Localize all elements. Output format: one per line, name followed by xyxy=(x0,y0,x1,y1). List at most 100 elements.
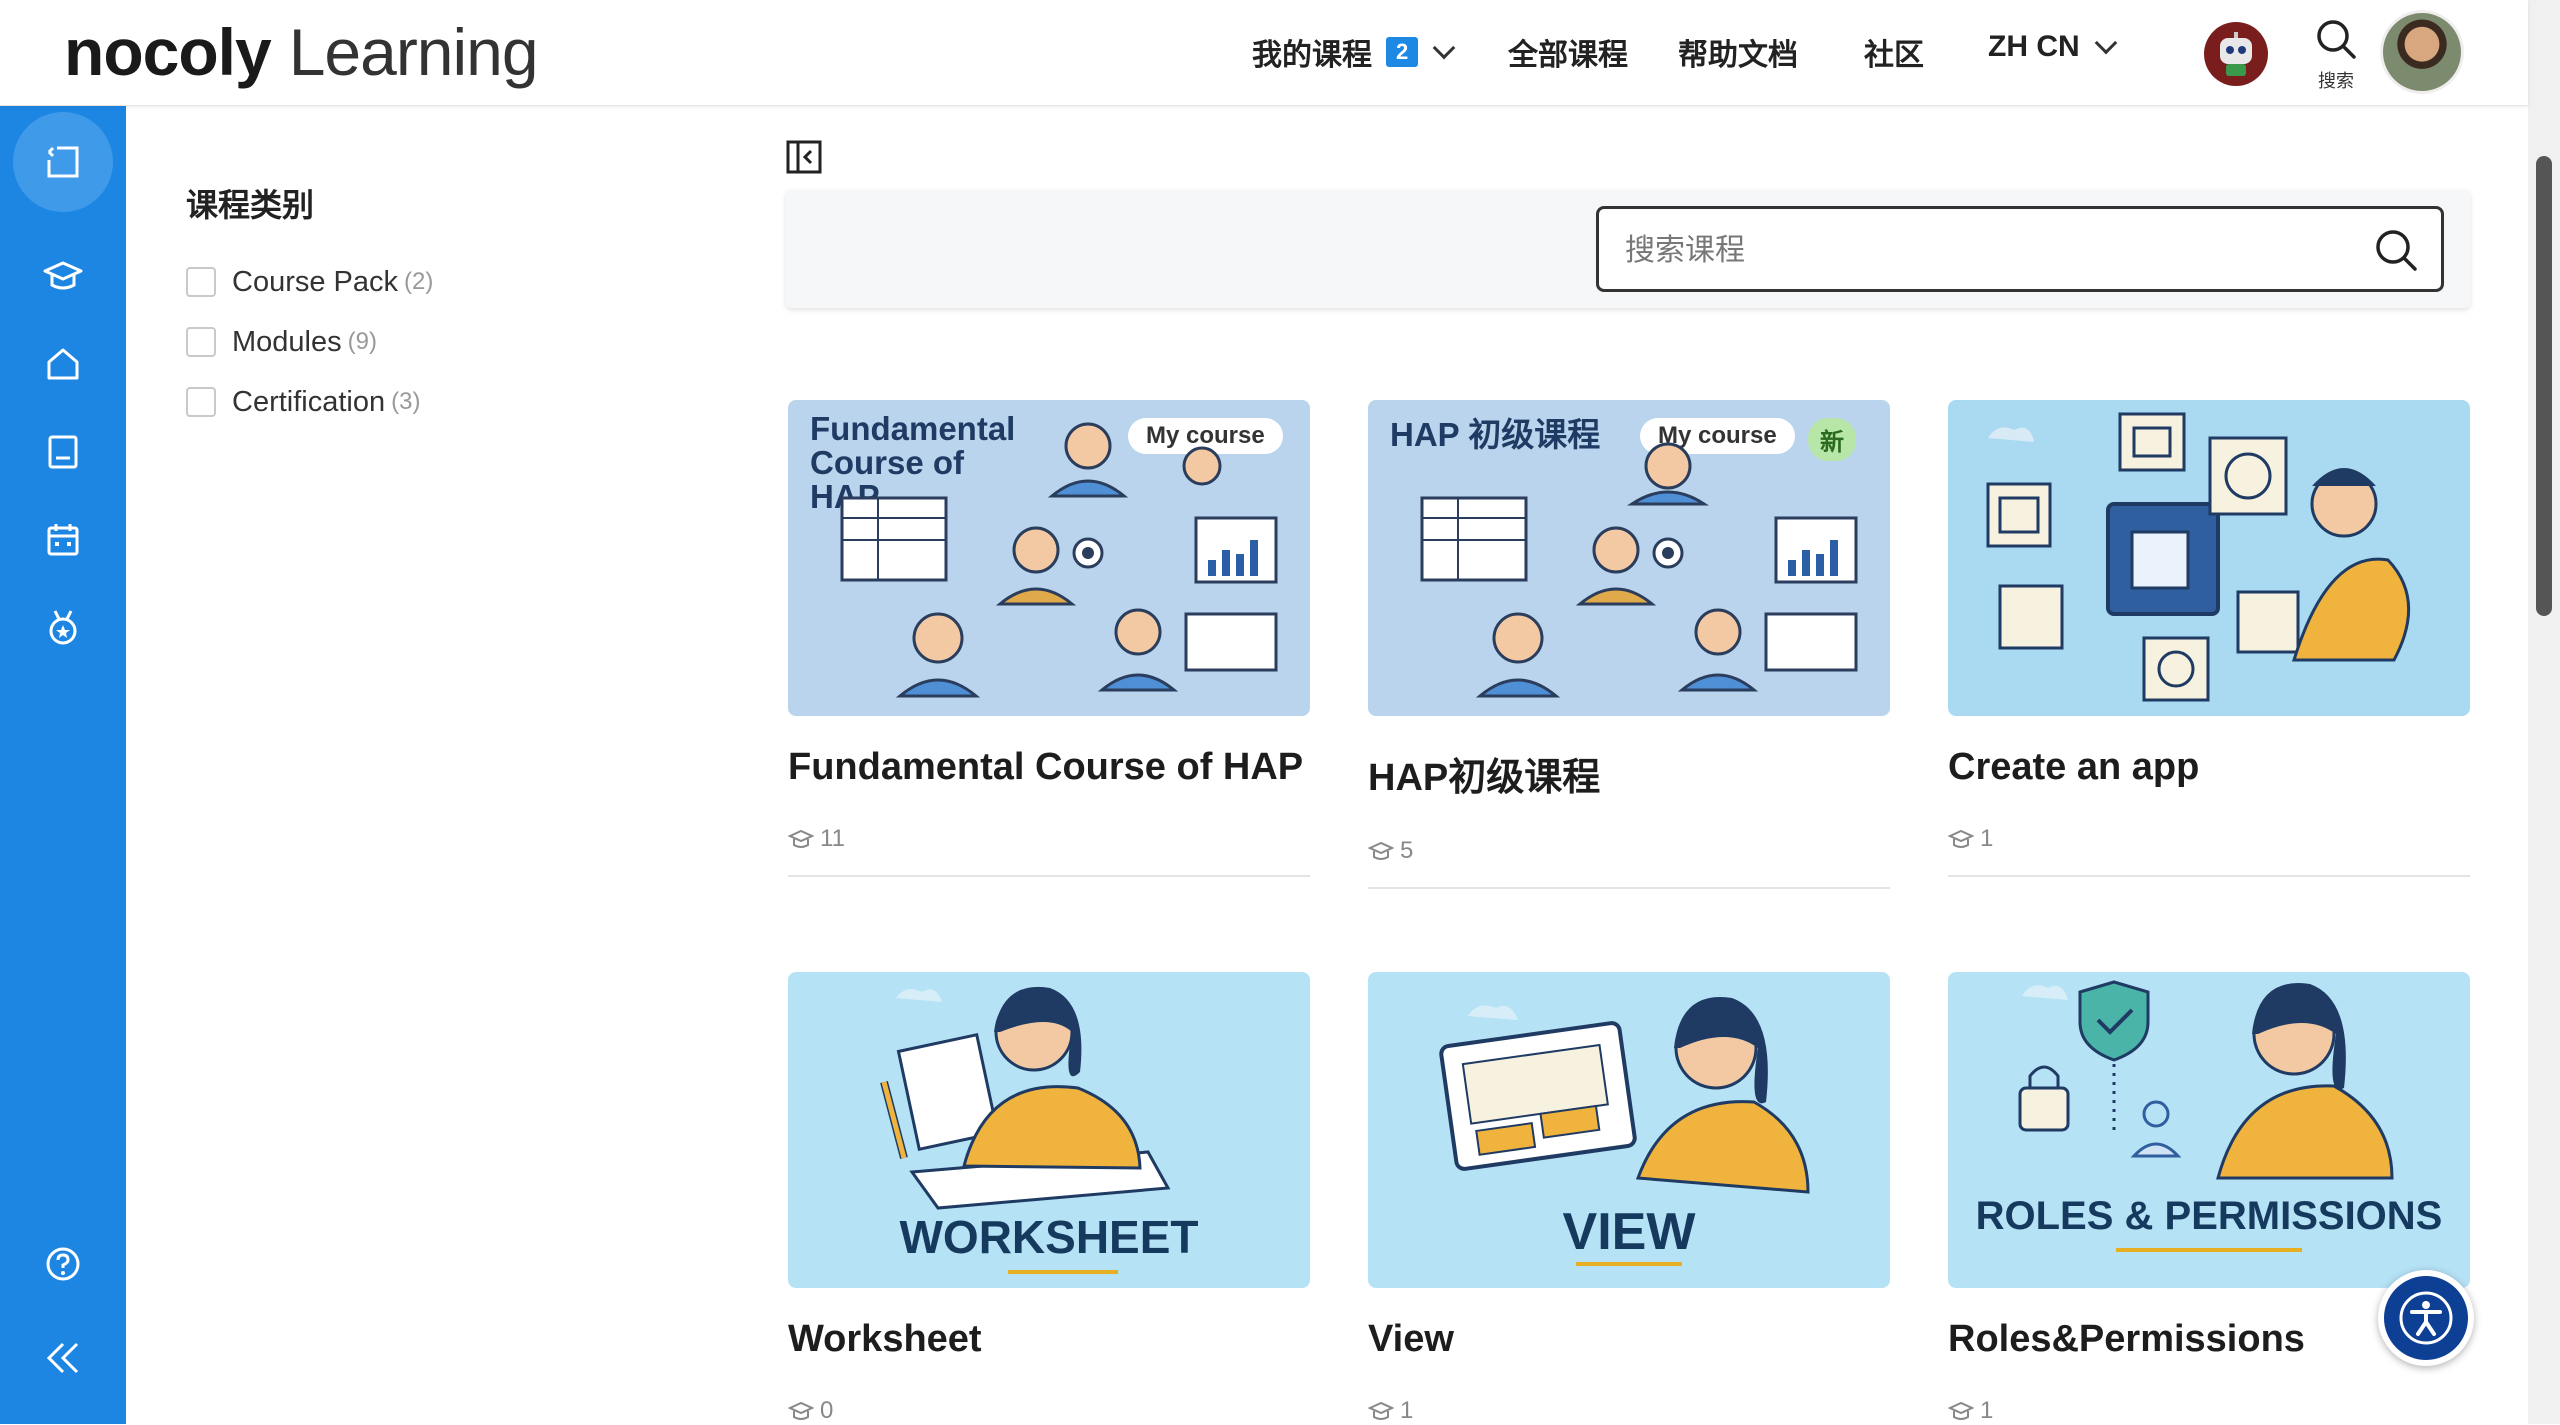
left-sidebar xyxy=(0,106,126,1424)
people-data-illustration xyxy=(1420,442,1858,698)
course-card[interactable]: WORKSHEET Worksheet 0 xyxy=(788,972,1310,1425)
nav-help-docs[interactable]: 帮助文档 xyxy=(1678,30,1798,74)
sidebar-item-courses-catalog[interactable] xyxy=(13,112,113,212)
chevron-down-icon xyxy=(2094,31,2117,55)
course-card[interactable]: Create an app 1 xyxy=(1948,400,2470,877)
filter-count: (3) xyxy=(391,388,421,415)
course-title[interactable]: Create an app xyxy=(1948,746,2470,789)
course-thumbnail[interactable]: WORKSHEET xyxy=(788,972,1310,1288)
course-title[interactable]: Fundamental Course of HAP xyxy=(788,746,1310,789)
double-chevron-left-icon xyxy=(46,1342,79,1374)
roles-permissions-illustration xyxy=(2018,980,2394,1180)
sidebar-collapse-button[interactable] xyxy=(13,1308,113,1408)
thumbnail-word: WORKSHEET xyxy=(899,1211,1199,1263)
top-header: nocoly Learning 我的课程 2 全部课程 帮助文档 社区 ZH CN… xyxy=(0,0,2528,106)
filter-checkbox[interactable] xyxy=(186,327,216,357)
course-card[interactable]: ROLES & PERMISSIONS Roles&Permissions 1 xyxy=(1948,972,2470,1425)
sidebar-item-certificates[interactable] xyxy=(13,578,113,678)
filter-count: (2) xyxy=(404,268,434,295)
course-thumbnail[interactable]: VIEW xyxy=(1368,972,1890,1288)
app-builder-illustration xyxy=(1986,412,2411,702)
course-thumbnail[interactable] xyxy=(1948,400,2470,716)
graduation-cap-icon xyxy=(1948,1401,1974,1420)
course-count: 1 xyxy=(1980,1397,1994,1424)
filter-heading: 课程类别 xyxy=(186,187,315,223)
home-icon xyxy=(47,348,79,380)
search-icon[interactable] xyxy=(2373,227,2419,273)
filter-modules[interactable]: Modules (9) xyxy=(186,312,433,372)
card-divider xyxy=(1368,887,1890,889)
my-courses-count-badge: 2 xyxy=(1386,37,1419,67)
user-avatar[interactable] xyxy=(2380,10,2464,94)
graduation-cap-icon xyxy=(1948,829,1974,848)
filter-checkbox[interactable] xyxy=(186,387,216,417)
course-card[interactable]: Fundamental Course of HAP My course Fund… xyxy=(788,400,1310,877)
logo-sub: Learning xyxy=(288,15,539,89)
graduation-cap-icon xyxy=(788,1401,814,1420)
robot-assistant-icon[interactable] xyxy=(2204,22,2268,86)
nav-all-courses[interactable]: 全部课程 xyxy=(1508,30,1628,74)
course-title[interactable]: Worksheet xyxy=(788,1318,1310,1361)
nav-my-courses[interactable]: 我的课程 2 xyxy=(1252,30,1456,74)
graduation-cap-icon xyxy=(788,829,814,848)
nav-my-courses-label: 我的课程 xyxy=(1252,39,1372,72)
page-scrollbar-thumb[interactable] xyxy=(2536,156,2552,616)
course-search-box[interactable] xyxy=(1596,206,2444,292)
thumbnail-underline xyxy=(1576,1262,1682,1266)
course-count: 5 xyxy=(1400,837,1414,864)
nav-community[interactable]: 社区 xyxy=(1864,30,1924,74)
thumbnail-underline xyxy=(2116,1248,2302,1252)
course-meta: 1 xyxy=(1948,825,2470,853)
course-count: 1 xyxy=(1980,825,1994,852)
filter-checkbox[interactable] xyxy=(186,267,216,297)
people-data-illustration xyxy=(840,422,1278,698)
course-meta: 0 xyxy=(788,1397,1310,1425)
medal-icon xyxy=(49,610,77,645)
course-count: 11 xyxy=(820,825,845,852)
language-label: ZH CN xyxy=(1988,30,2080,63)
filter-course-pack[interactable]: Course Pack (2) xyxy=(186,252,433,312)
course-count: 0 xyxy=(820,1397,834,1424)
search-panel xyxy=(786,190,2470,308)
graduation-cap-icon xyxy=(43,261,83,290)
course-thumbnail[interactable]: Fundamental Course of HAP My course xyxy=(788,400,1310,716)
course-meta: 5 xyxy=(1368,837,1890,865)
chevron-down-icon xyxy=(1432,36,1456,60)
sidebar-item-docs[interactable] xyxy=(13,402,113,502)
course-meta: 1 xyxy=(1948,1397,2470,1425)
thumbnail-word: ROLES & PERMISSIONS xyxy=(1975,1194,2443,1238)
calendar-icon xyxy=(47,524,79,556)
language-switcher[interactable]: ZH CN xyxy=(1988,30,2117,64)
logo[interactable]: nocoly Learning xyxy=(64,14,539,90)
sidebar-item-help[interactable] xyxy=(13,1214,113,1314)
course-meta: 1 xyxy=(1368,1397,1890,1425)
toggle-filter-panel-button[interactable] xyxy=(786,140,822,174)
category-filter-panel: 课程类别 Course Pack (2) Modules (9) Certifi… xyxy=(186,180,433,432)
course-thumbnail[interactable]: ROLES & PERMISSIONS xyxy=(1948,972,2470,1288)
sidebar-item-calendar[interactable] xyxy=(13,490,113,590)
graduation-cap-icon xyxy=(1368,1401,1394,1420)
accessibility-button[interactable] xyxy=(2378,1270,2474,1366)
header-search-label: 搜索 xyxy=(2318,71,2354,91)
sidebar-item-home[interactable] xyxy=(13,314,113,414)
course-meta: 11 xyxy=(788,825,1310,853)
course-card[interactable]: HAP 初级课程 My course 新 HAP初级课程 5 xyxy=(1368,400,1890,889)
course-thumbnail[interactable]: HAP 初级课程 My course 新 xyxy=(1368,400,1890,716)
course-title[interactable]: HAP初级课程 xyxy=(1368,746,1890,801)
accessibility-icon xyxy=(2399,1291,2453,1345)
course-count: 1 xyxy=(1400,1397,1414,1424)
search-icon xyxy=(2317,20,2356,59)
filter-label: Course Pack xyxy=(232,265,399,298)
course-title[interactable]: View xyxy=(1368,1318,1890,1361)
course-card[interactable]: VIEW View 1 xyxy=(1368,972,1890,1425)
filter-certification[interactable]: Certification (3) xyxy=(186,372,433,432)
book-icon xyxy=(48,435,78,469)
catalog-icon xyxy=(47,146,79,178)
course-search-input[interactable] xyxy=(1625,229,2345,273)
filter-count: (9) xyxy=(347,328,377,355)
sidebar-item-learning[interactable] xyxy=(13,226,113,326)
filter-label: Modules xyxy=(232,325,342,358)
panel-collapse-icon xyxy=(786,140,822,174)
header-search-button[interactable]: 搜索 xyxy=(2310,18,2362,93)
card-divider xyxy=(788,875,1310,877)
